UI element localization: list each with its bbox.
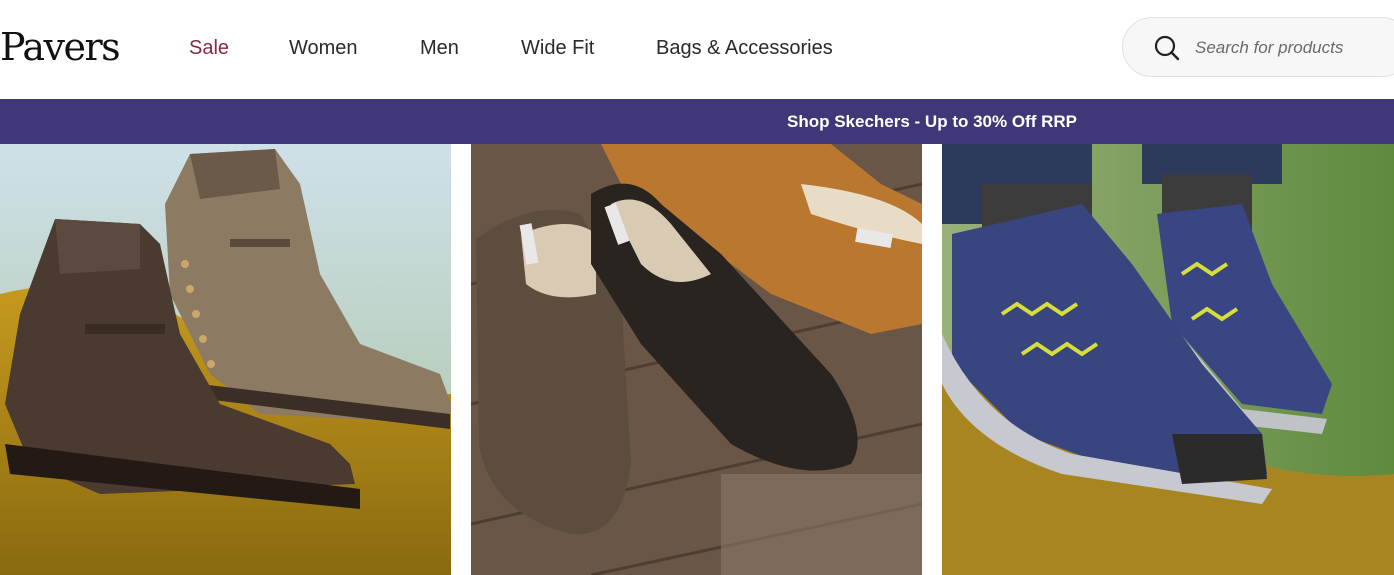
search-input[interactable] bbox=[1195, 36, 1394, 60]
brand-logo[interactable]: Pavers bbox=[0, 24, 121, 70]
site-header: Pavers Sale Women Men Wide Fit Bags & Ac… bbox=[0, 0, 1394, 99]
nav-item-sale[interactable]: Sale bbox=[189, 36, 229, 60]
product-tile-boots[interactable] bbox=[0, 144, 451, 575]
nav-item-women[interactable]: Women bbox=[289, 36, 358, 60]
product-tile-slippers[interactable] bbox=[471, 144, 922, 575]
product-tile-trainers[interactable] bbox=[942, 144, 1394, 575]
trainers-image bbox=[942, 144, 1394, 575]
search-icon[interactable] bbox=[1153, 34, 1181, 62]
nav-item-men[interactable]: Men bbox=[420, 36, 459, 60]
boots-image bbox=[0, 144, 451, 575]
slippers-image bbox=[471, 144, 922, 575]
promo-text[interactable]: Shop Skechers - Up to 30% Off RRP bbox=[317, 112, 1077, 132]
nav-item-wide-fit[interactable]: Wide Fit bbox=[521, 36, 594, 60]
promo-banner[interactable]: Shop Skechers - Up to 30% Off RRP bbox=[0, 99, 1394, 144]
search-bar[interactable] bbox=[1122, 17, 1394, 77]
nav-item-bags-accessories[interactable]: Bags & Accessories bbox=[656, 36, 833, 60]
